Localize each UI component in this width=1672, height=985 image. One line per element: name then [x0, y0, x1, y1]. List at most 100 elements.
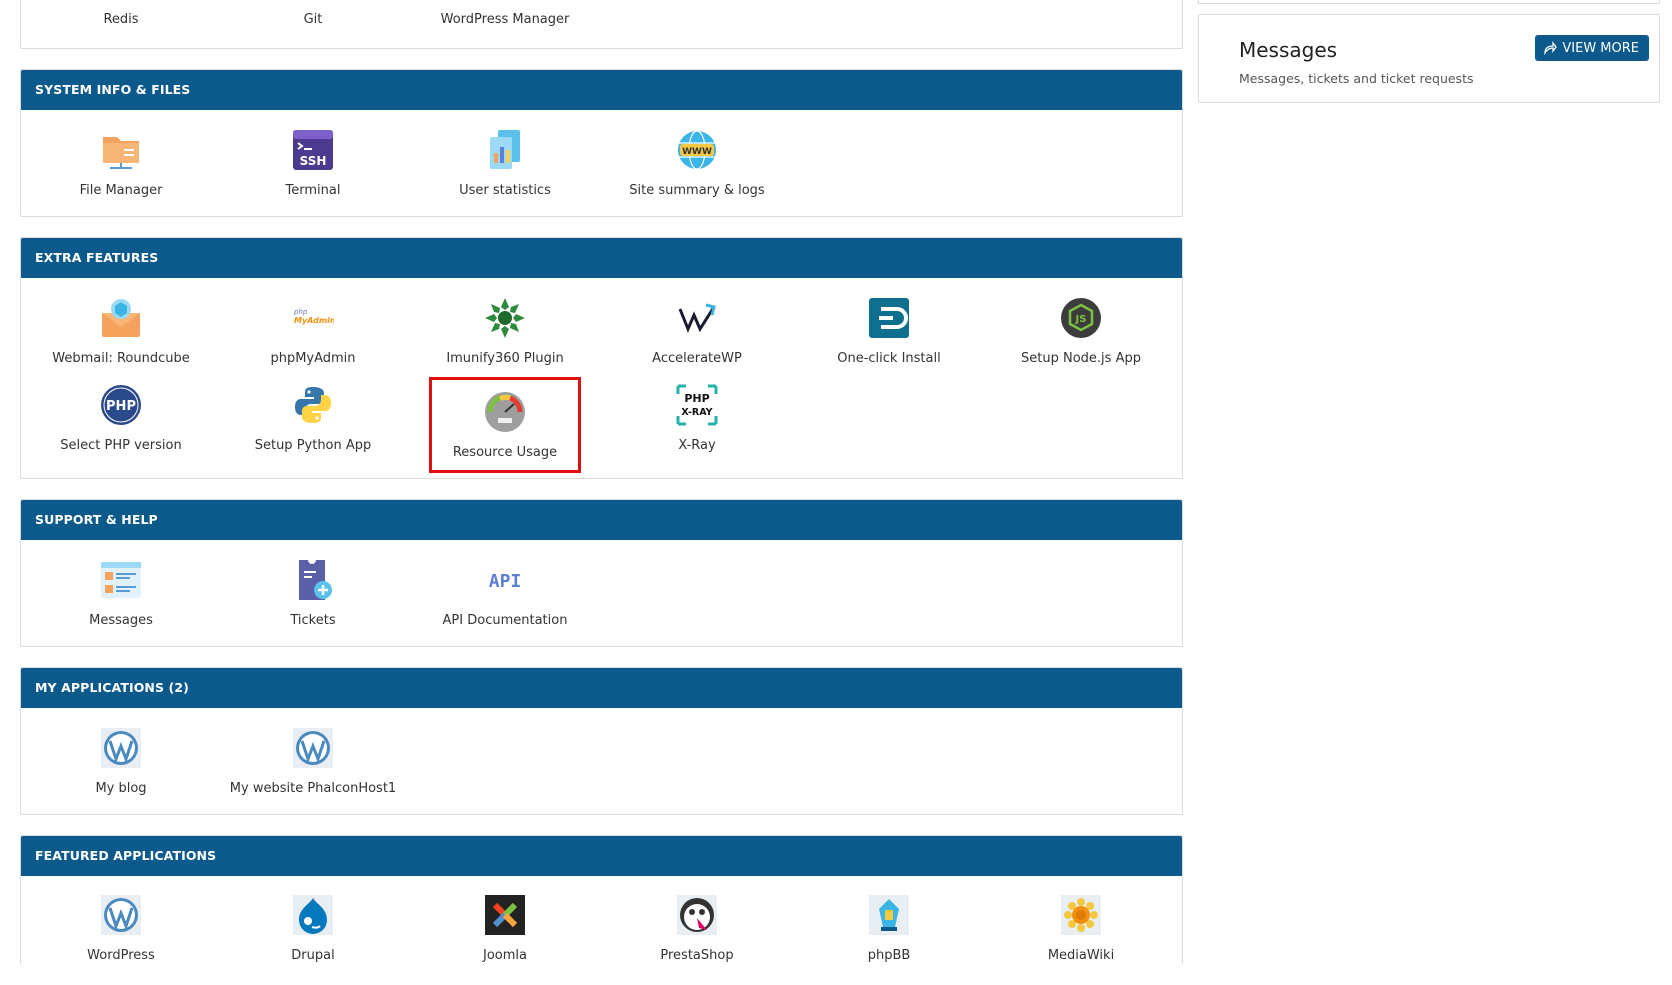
app-wordpress[interactable]: WordPress	[25, 882, 217, 963]
phpbb-icon	[868, 894, 910, 936]
view-more-button[interactable]: VIEW MORE	[1535, 35, 1649, 61]
tool-resource-usage[interactable]: Resource Usage	[429, 377, 581, 473]
tool-label: Redis	[103, 11, 139, 27]
tool-label: API Documentation	[442, 612, 568, 628]
tool-label: Setup Python App	[254, 437, 372, 453]
tool-git[interactable]: Git	[217, 0, 409, 42]
panel-my-applications: MY APPLICATIONS (2) My blog My website P…	[20, 667, 1183, 815]
section-header: SUPPORT & HELP	[21, 500, 1182, 540]
php-text: PHP	[106, 399, 136, 414]
tool-select-php-version[interactable]: PHP Select PHP version	[25, 378, 217, 458]
tool-messages[interactable]: Messages	[25, 546, 217, 640]
messages-card-title: Messages	[1239, 38, 1338, 62]
tool-label: Git	[303, 11, 323, 27]
mediawiki-icon	[1060, 894, 1102, 936]
tool-phpmyadmin[interactable]: php MyAdmin phpMyAdmin	[217, 284, 409, 378]
xray-icon: PHP X-RAY	[676, 384, 718, 426]
share-arrow-icon	[1544, 41, 1558, 55]
nodejs-icon: JS	[1060, 297, 1102, 339]
tool-label: Joomla	[483, 948, 527, 963]
panel-extra-features: EXTRA FEATURES Webmail: Roundcube php MyA…	[20, 237, 1183, 479]
panel-support-help: SUPPORT & HELP Messages Tickets API API …	[20, 499, 1183, 647]
tool-file-manager[interactable]: File Manager	[25, 116, 217, 210]
ssh-terminal-icon: SSH	[292, 129, 334, 171]
one-click-install-icon	[868, 297, 910, 339]
tool-user-statistics[interactable]: User statistics	[409, 116, 601, 210]
tool-acceleratewp[interactable]: AccelerateWP	[601, 284, 793, 378]
www-text: WWW	[682, 147, 712, 157]
section-header: MY APPLICATIONS (2)	[21, 668, 1182, 708]
tool-wordpress-manager[interactable]: WordPress Manager	[409, 0, 601, 42]
tool-label: User statistics	[459, 182, 551, 198]
tool-terminal[interactable]: SSH Terminal	[217, 116, 409, 210]
imunify-icon	[484, 297, 526, 339]
drupal-icon	[292, 894, 334, 936]
tool-label: AccelerateWP	[652, 350, 742, 366]
svg-text:php: php	[293, 308, 308, 316]
wordpress-icon	[292, 727, 334, 769]
tool-label: Terminal	[285, 182, 341, 198]
tool-label: Select PHP version	[60, 437, 182, 453]
section-header: SYSTEM INFO & FILES	[21, 70, 1182, 110]
app-mediawiki[interactable]: MediaWiki	[985, 882, 1177, 963]
section-header: FEATURED APPLICATIONS	[21, 836, 1182, 876]
tool-label: Tickets	[290, 612, 336, 628]
tool-setup-nodejs[interactable]: JS Setup Node.js App	[985, 284, 1177, 378]
node-text: JS	[1075, 314, 1087, 325]
right-sidebar: Messages Messages, tickets and ticket re…	[1198, 0, 1660, 103]
tool-label: WordPress Manager	[440, 11, 570, 27]
app-prestashop[interactable]: PrestaShop	[601, 882, 793, 963]
app-my-website[interactable]: My website PhalconHost1	[217, 714, 409, 808]
tool-site-summary[interactable]: WWW Site summary & logs	[601, 116, 793, 210]
app-joomla[interactable]: Joomla	[409, 882, 601, 963]
joomla-icon	[484, 894, 526, 936]
globe-www-icon: WWW	[676, 129, 718, 171]
xray-php-text: PHP	[684, 392, 709, 405]
tool-imunify360[interactable]: Imunify360 Plugin	[409, 284, 601, 378]
xray-text: X-RAY	[681, 407, 712, 418]
prestashop-icon	[676, 894, 718, 936]
tool-setup-python[interactable]: Setup Python App	[217, 378, 409, 458]
tool-one-click-install[interactable]: One-click Install	[793, 284, 985, 378]
tool-label: X-Ray	[678, 437, 716, 453]
api-icon: API	[484, 559, 526, 601]
messages-icon	[100, 559, 142, 601]
tool-tickets[interactable]: Tickets	[217, 546, 409, 640]
tool-label: phpBB	[867, 948, 911, 963]
python-icon	[292, 384, 334, 426]
previous-card-bottom	[1198, 0, 1660, 4]
tool-label: WordPress	[87, 948, 155, 963]
phpmyadmin-icon: php MyAdmin	[292, 297, 334, 339]
tool-label: Resource Usage	[452, 444, 558, 460]
main-content: Redis Git WordPress Manager SYSTEM INFO …	[20, 0, 1183, 985]
tool-api-documentation[interactable]: API API Documentation	[409, 546, 601, 640]
tool-label: File Manager	[79, 182, 163, 198]
api-text: API	[489, 571, 522, 592]
panel-featured-applications: FEATURED APPLICATIONS WordPress Drupal J…	[20, 835, 1183, 965]
tool-webmail-roundcube[interactable]: Webmail: Roundcube	[25, 284, 217, 378]
ssh-text: SSH	[300, 154, 327, 168]
tool-label: One-click Install	[837, 350, 941, 366]
messages-card: Messages Messages, tickets and ticket re…	[1198, 14, 1660, 103]
app-my-blog[interactable]: My blog	[25, 714, 217, 808]
app-drupal[interactable]: Drupal	[217, 882, 409, 963]
tool-label: MediaWiki	[1047, 948, 1115, 963]
section-header: EXTRA FEATURES	[21, 238, 1182, 278]
roundcube-mail-icon	[100, 297, 142, 339]
resource-gauge-icon	[484, 391, 526, 433]
messages-card-subtitle: Messages, tickets and ticket requests	[1239, 71, 1474, 86]
panel-advanced: Redis Git WordPress Manager	[20, 0, 1183, 49]
tool-label: Drupal	[291, 948, 335, 963]
panel-system-info: SYSTEM INFO & FILES File Manager SSH Ter…	[20, 69, 1183, 217]
wordpress-icon	[100, 727, 142, 769]
folder-icon	[100, 129, 142, 171]
tool-label: Messages	[89, 612, 153, 628]
tool-x-ray[interactable]: PHP X-RAY X-Ray	[601, 378, 793, 458]
tool-label: Webmail: Roundcube	[52, 350, 190, 366]
php-icon: PHP	[100, 384, 142, 426]
acceleratewp-icon	[676, 297, 718, 339]
tool-label: My website PhalconHost1	[229, 780, 397, 796]
statistics-icon	[484, 129, 526, 171]
tool-redis[interactable]: Redis	[25, 0, 217, 42]
app-phpbb[interactable]: phpBB	[793, 882, 985, 963]
